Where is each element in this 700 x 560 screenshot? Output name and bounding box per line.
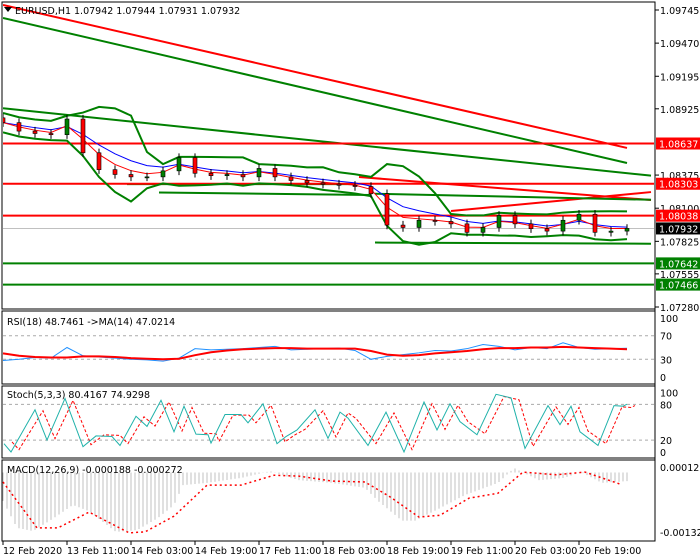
candle-body <box>544 228 550 232</box>
candle-body <box>288 176 294 181</box>
time-tick-label: 19 Feb 11:00 <box>451 546 513 557</box>
stoch-title: Stoch(5,3,3) 80.4167 74.9298 <box>7 390 150 401</box>
time-tick-label: 18 Feb 03:00 <box>323 546 385 557</box>
stoch-tick-label: 20 <box>660 436 672 447</box>
time-tick-label: 14 Feb 03:00 <box>131 546 193 557</box>
time-tick-label: 17 Feb 11:00 <box>259 546 321 557</box>
candle-body <box>224 174 230 176</box>
candle-body <box>512 215 518 225</box>
stoch-tick-label: 100 <box>660 389 678 400</box>
candle-body <box>32 130 38 134</box>
candle-body <box>400 224 406 228</box>
candle-body <box>128 174 134 178</box>
candle-body <box>272 168 278 178</box>
candle-body <box>336 183 342 186</box>
candle-body <box>480 227 486 233</box>
macd-tick-label: 0.000123 <box>660 463 700 474</box>
candle-body <box>416 219 422 228</box>
time-tick-label: 20 Feb 19:00 <box>579 546 641 557</box>
candle-body <box>432 219 438 222</box>
candle-body <box>352 185 358 187</box>
candle-body <box>320 182 326 185</box>
candle-body <box>384 193 390 226</box>
candle-body <box>64 118 70 136</box>
time-tick-label: 20 Feb 03:00 <box>515 546 577 557</box>
time-tick-label: 18 Feb 19:00 <box>387 546 449 557</box>
macd-tick-label: -0.001322 <box>660 528 700 539</box>
rsi-tick-label: 30 <box>660 355 672 366</box>
time-tick-label: 13 Feb 11:00 <box>67 546 129 557</box>
candle-body <box>496 215 502 228</box>
candle-body <box>448 221 454 225</box>
candle-body <box>144 176 150 179</box>
price-level-tag-label: 1.07466 <box>659 281 698 292</box>
price-tick-label: 1.08925 <box>660 105 699 116</box>
price-tick-label: 1.07280 <box>660 303 699 314</box>
macd-title: MACD(12,26,9) -0.000188 -0.000272 <box>7 465 183 476</box>
price-tick-label: 1.09470 <box>660 39 699 50</box>
rsi-tick-label: 0 <box>660 373 666 384</box>
candle-body <box>16 122 22 132</box>
candle-body <box>608 230 614 233</box>
rsi-tick-label: 70 <box>660 332 672 343</box>
candle-body <box>208 172 214 176</box>
rsi-tick-label: 100 <box>660 314 678 325</box>
candle-body <box>48 133 54 136</box>
candle-body <box>592 213 598 233</box>
candle-body <box>576 213 582 221</box>
time-tick-label: 12 Feb 2020 <box>3 546 62 557</box>
price-level-tag-label: 1.08038 <box>659 212 698 223</box>
rsi-title: RSI(18) 48.7461 ->MA(14) 47.0214 <box>7 317 175 328</box>
trading-chart[interactable]: 10070300 10080200 0.000123-0.001322 1.09… <box>0 0 700 560</box>
candle-body <box>624 228 630 232</box>
candle-body <box>368 186 374 195</box>
ohlc-readout: 1.07942 1.07944 1.07931 1.07932 <box>74 6 240 17</box>
stoch-tick-label: 0 <box>660 448 666 459</box>
candle-body <box>160 170 166 178</box>
candle-body <box>80 118 86 154</box>
candle-body <box>176 157 182 172</box>
time-tick-label: 14 Feb 19:00 <box>195 546 257 557</box>
stoch-tick-label: 80 <box>660 400 672 411</box>
price-tick-label: 1.09195 <box>660 72 699 83</box>
price-level-tag-label: 1.08303 <box>659 180 698 191</box>
price-level-tag-label: 1.07932 <box>659 224 698 235</box>
candle-body <box>240 174 246 178</box>
candle-body <box>96 152 102 170</box>
price-level-tag-label: 1.07642 <box>659 259 698 270</box>
candle-body <box>256 168 262 178</box>
candle-body <box>192 157 198 174</box>
candle-body <box>304 180 310 184</box>
symbol-title: EURUSD,H1 <box>15 6 71 17</box>
candle-body <box>112 169 118 175</box>
candle-body <box>528 223 534 229</box>
price-tick-label: 1.09745 <box>660 6 699 17</box>
price-tick-label: 1.07825 <box>660 237 699 248</box>
candle-body <box>464 223 470 233</box>
candle-body <box>560 219 566 232</box>
price-level-tag-label: 1.08637 <box>659 140 698 151</box>
